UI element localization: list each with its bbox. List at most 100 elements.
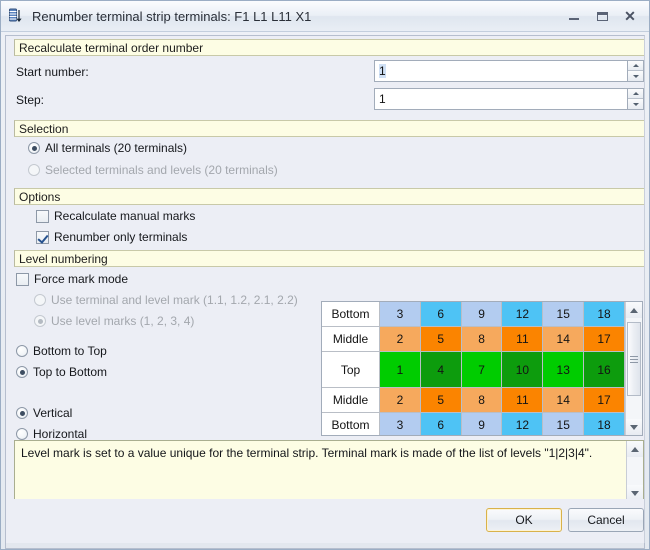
grid-cell[interactable]: 4 bbox=[420, 352, 462, 388]
chevron-up-icon bbox=[632, 64, 639, 67]
grid-cell[interactable]: 1 bbox=[380, 352, 421, 388]
step-stepper[interactable]: 1 bbox=[374, 88, 644, 110]
checkbox-renumber-only-terminals-indicator bbox=[36, 230, 49, 244]
info-scroll-down-button[interactable] bbox=[627, 485, 643, 499]
grid-cell[interactable]: 17 bbox=[584, 388, 625, 413]
info-scrollbar-track[interactable] bbox=[627, 457, 643, 485]
grid-cell[interactable]: 2 bbox=[380, 327, 421, 352]
grid-cell[interactable]: 18 bbox=[584, 413, 625, 435]
grid-cell[interactable]: 6 bbox=[420, 302, 462, 327]
ok-button[interactable]: OK bbox=[486, 508, 562, 532]
grid-cell[interactable]: 17 bbox=[584, 327, 625, 352]
level-preview-grid-table: Bottom 3 6 9 12 15 18 Middle 2 5 8 11 14 17 Top 1 4 7 10 13… bbox=[322, 302, 625, 435]
grid-cell[interactable]: 14 bbox=[543, 327, 585, 352]
scroll-down-arrow-icon bbox=[630, 424, 638, 430]
start-number-value: 1 bbox=[379, 64, 386, 78]
step-spin-buttons[interactable] bbox=[627, 88, 644, 110]
dialog-body: Recalculate terminal order number Start … bbox=[5, 35, 645, 499]
grid-row-label: Bottom bbox=[322, 413, 380, 435]
radio-use-terminal-and-level-mark-label: Use terminal and level mark (1.1, 1.2, 2… bbox=[51, 293, 298, 307]
close-button[interactable]: ✕ bbox=[617, 6, 643, 26]
grid-cell[interactable]: 14 bbox=[543, 388, 585, 413]
checkbox-recalculate-manual-marks[interactable]: Recalculate manual marks bbox=[36, 209, 195, 223]
scrollbar-thumb[interactable] bbox=[627, 322, 641, 396]
scrollbar-track[interactable] bbox=[626, 318, 642, 419]
grid-row[interactable]: Bottom 3 6 9 12 15 18 bbox=[322, 302, 625, 327]
level-preview-grid[interactable]: Bottom 3 6 9 12 15 18 Middle 2 5 8 11 14 17 Top 1 4 7 10 13… bbox=[321, 301, 643, 436]
step-input[interactable]: 1 bbox=[374, 88, 627, 110]
radio-use-level-marks: Use level marks (1, 2, 3, 4) bbox=[34, 314, 194, 328]
grid-cell[interactable]: 18 bbox=[584, 302, 625, 327]
checkbox-force-mark-mode[interactable]: Force mark mode bbox=[16, 272, 128, 286]
section-header-selection: Selection bbox=[14, 120, 644, 137]
radio-vertical-indicator bbox=[16, 407, 28, 419]
step-value: 1 bbox=[379, 92, 386, 106]
start-number-spin-buttons[interactable] bbox=[627, 60, 644, 82]
radio-horizontal[interactable]: Horizontal bbox=[16, 427, 87, 441]
start-number-increment-button[interactable] bbox=[628, 61, 643, 71]
grid-cell[interactable]: 9 bbox=[461, 413, 503, 435]
grid-cell[interactable]: 11 bbox=[502, 388, 544, 413]
section-header-recalculate-label: Recalculate terminal order number bbox=[19, 40, 204, 55]
grid-cell[interactable]: 15 bbox=[543, 413, 585, 435]
grid-cell[interactable]: 5 bbox=[420, 327, 462, 352]
grid-row[interactable]: Top 1 4 7 10 13 16 bbox=[322, 352, 625, 388]
chevron-down-icon bbox=[632, 74, 639, 78]
cancel-button[interactable]: Cancel bbox=[568, 508, 644, 532]
grid-cell[interactable]: 5 bbox=[420, 388, 462, 413]
step-increment-button[interactable] bbox=[628, 89, 643, 99]
grid-cell[interactable]: 10 bbox=[502, 352, 544, 388]
checkbox-force-mark-mode-label: Force mark mode bbox=[34, 272, 129, 286]
radio-top-to-bottom[interactable]: Top to Bottom bbox=[16, 365, 107, 379]
info-scroll-up-button[interactable] bbox=[627, 441, 643, 457]
grid-row[interactable]: Bottom 3 6 9 12 15 18 bbox=[322, 413, 625, 435]
grid-cell[interactable]: 2 bbox=[380, 388, 421, 413]
grid-cell[interactable]: 16 bbox=[584, 352, 625, 388]
scroll-up-arrow-icon bbox=[630, 307, 638, 313]
grid-cell[interactable]: 6 bbox=[420, 413, 462, 435]
grid-cell[interactable]: 13 bbox=[543, 352, 585, 388]
radio-all-terminals[interactable]: All terminals (20 terminals) bbox=[28, 141, 187, 155]
grid-cell[interactable]: 3 bbox=[380, 302, 421, 327]
start-number-stepper[interactable]: 1 bbox=[374, 60, 644, 82]
grid-cell[interactable]: 12 bbox=[502, 302, 544, 327]
radio-bottom-to-top-indicator bbox=[16, 345, 28, 357]
scroll-up-button[interactable] bbox=[626, 302, 642, 318]
grid-row[interactable]: Middle 2 5 8 11 14 17 bbox=[322, 327, 625, 352]
section-header-level-numbering: Level numbering bbox=[14, 250, 644, 267]
maximize-button[interactable] bbox=[589, 6, 615, 26]
info-panel-scrollbar[interactable] bbox=[626, 441, 643, 499]
minimize-button[interactable] bbox=[561, 6, 587, 26]
grid-cell[interactable]: 12 bbox=[502, 413, 544, 435]
radio-selected-terminals-and-levels-label: Selected terminals and levels (20 termin… bbox=[45, 163, 278, 177]
grid-cell[interactable]: 8 bbox=[461, 388, 503, 413]
radio-horizontal-label: Horizontal bbox=[33, 427, 88, 441]
grid-row[interactable]: Middle 2 5 8 11 14 17 bbox=[322, 388, 625, 413]
checkbox-force-mark-mode-indicator bbox=[16, 272, 29, 286]
radio-selected-terminals-and-levels-indicator bbox=[28, 164, 40, 176]
grid-cell[interactable]: 11 bbox=[502, 327, 544, 352]
grid-cell[interactable]: 15 bbox=[543, 302, 585, 327]
section-header-selection-label: Selection bbox=[19, 121, 69, 136]
grid-cell[interactable]: 9 bbox=[461, 302, 503, 327]
radio-vertical[interactable]: Vertical bbox=[16, 406, 72, 420]
scroll-down-button[interactable] bbox=[626, 419, 642, 435]
radio-vertical-label: Vertical bbox=[33, 406, 73, 420]
terminal-strip-renumber-icon bbox=[8, 7, 26, 25]
title-bar[interactable]: Renumber terminal strip terminals: F1 L1… bbox=[1, 1, 649, 32]
radio-bottom-to-top[interactable]: Bottom to Top bbox=[16, 344, 107, 358]
grid-cell[interactable]: 7 bbox=[461, 352, 503, 388]
dialog-bottom-edge bbox=[5, 543, 645, 549]
step-decrement-button[interactable] bbox=[628, 99, 643, 109]
scrollbar-grip-icon bbox=[630, 354, 638, 365]
checkbox-renumber-only-terminals[interactable]: Renumber only terminals bbox=[36, 230, 187, 244]
grid-cell[interactable]: 3 bbox=[380, 413, 421, 435]
level-preview-grid-scrollbar[interactable] bbox=[625, 302, 642, 435]
checkbox-recalculate-manual-marks-label: Recalculate manual marks bbox=[54, 209, 196, 223]
start-number-input[interactable]: 1 bbox=[374, 60, 627, 82]
info-panel-text: Level mark is set to a value unique for … bbox=[21, 446, 593, 460]
start-number-decrement-button[interactable] bbox=[628, 71, 643, 81]
grid-cell[interactable]: 8 bbox=[461, 327, 503, 352]
chevron-up-icon bbox=[632, 92, 639, 95]
radio-selected-terminals-and-levels: Selected terminals and levels (20 termin… bbox=[28, 163, 278, 177]
